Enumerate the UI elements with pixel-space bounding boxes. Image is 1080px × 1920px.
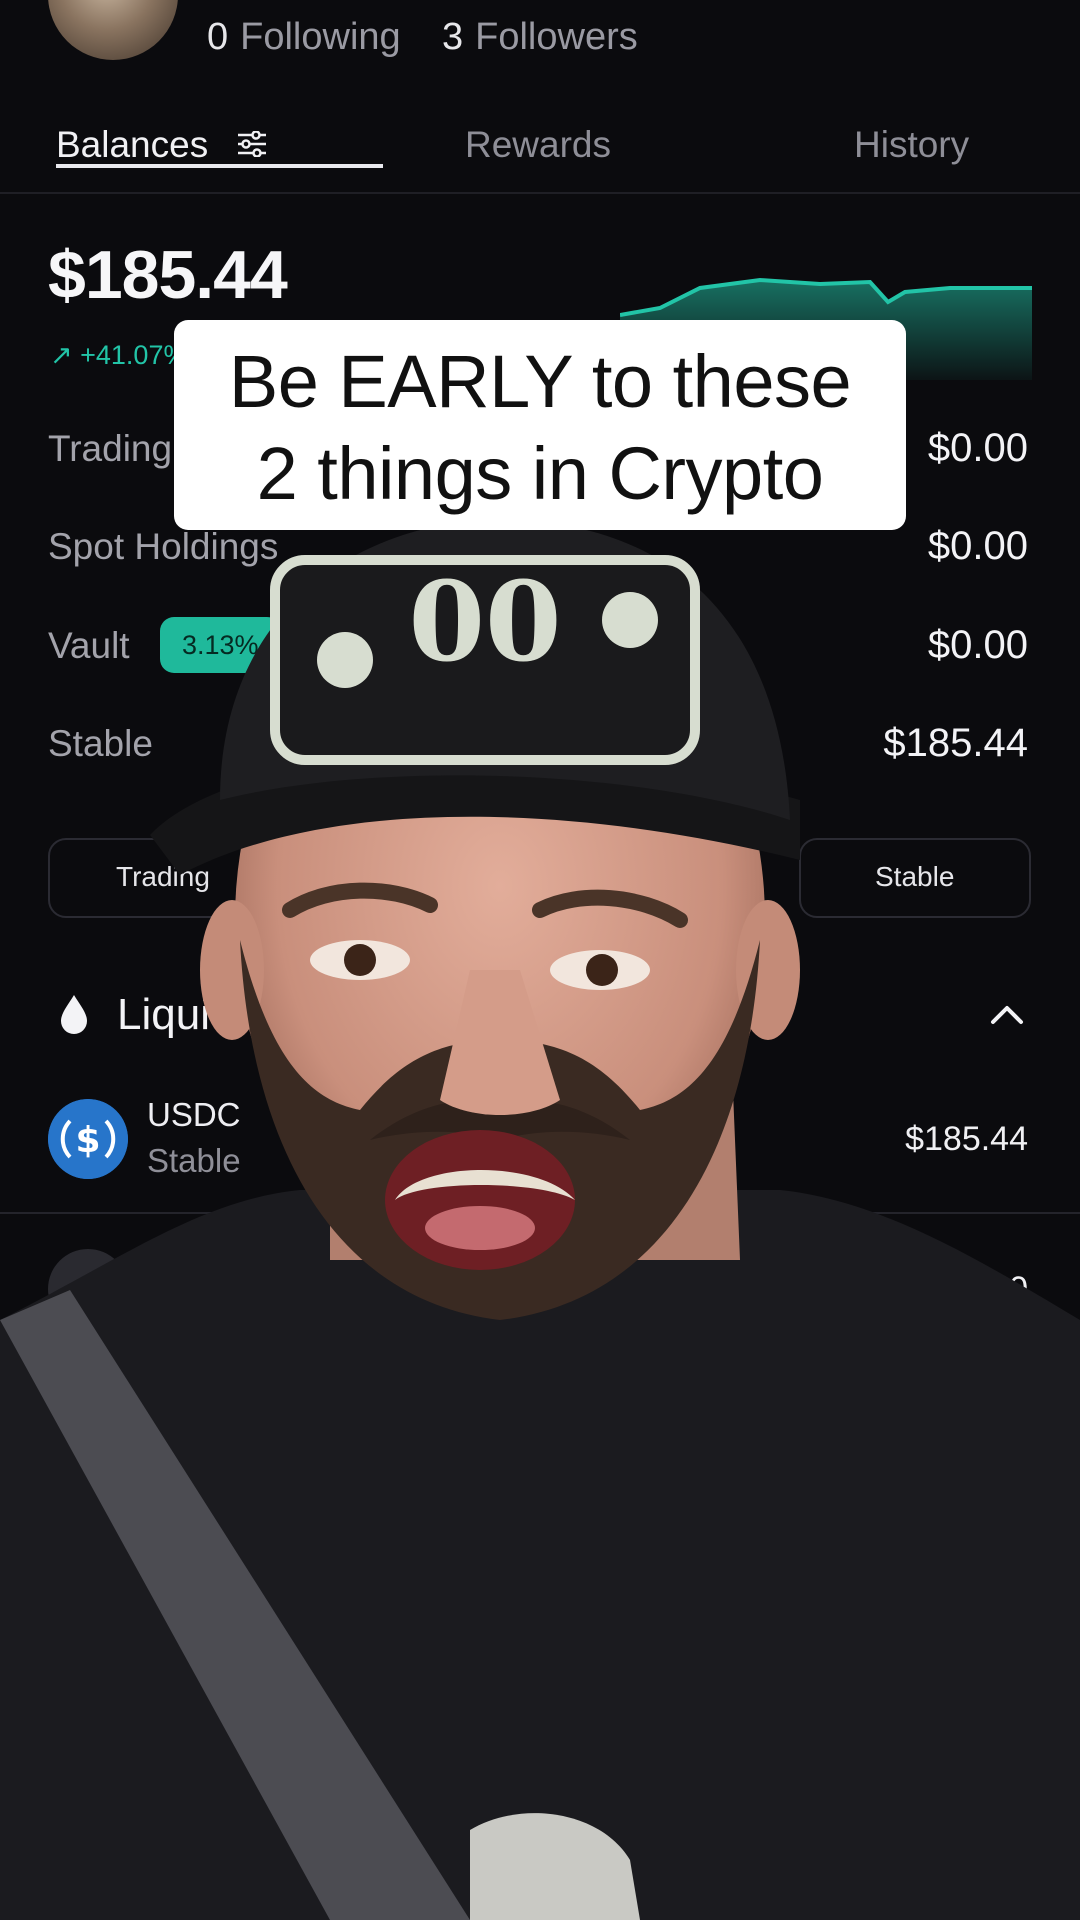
tab-balances[interactable]: Balances [56,124,383,168]
tab-rewards[interactable]: Rewards [465,124,611,166]
breakdown-label: Trading [48,428,173,469]
breakdown-value: $0.00 [927,426,1028,470]
followers-count: 3 [442,16,464,58]
active-tab-indicator [56,164,383,168]
svg-text:00: 00 [408,557,561,686]
balance-change: ↗ +41.07% [50,340,188,370]
caption-line-1: Be EARLY to these [228,340,852,423]
sliders-icon[interactable] [237,131,267,158]
video-caption: Be EARLY to these 2 things in Crypto [174,320,906,530]
presenter-video: 00 [0,520,1080,1920]
tab-history[interactable]: History [854,124,969,166]
total-balance: $185.44 [48,237,288,313]
followers-label: Followers [475,16,638,58]
following-stat[interactable]: 0 Following [207,16,401,59]
followers-stat[interactable]: 3 Followers [442,16,638,59]
following-count: 0 [207,16,229,58]
tab-bar: Balances Rewards History [0,110,1080,194]
tab-balances-label: Balances [56,124,209,165]
avatar[interactable] [48,0,178,60]
caption-line-2: 2 things in Crypto [256,432,824,515]
following-label: Following [240,16,401,58]
profile-stats: 0 Following 3 Followers [0,0,1080,90]
